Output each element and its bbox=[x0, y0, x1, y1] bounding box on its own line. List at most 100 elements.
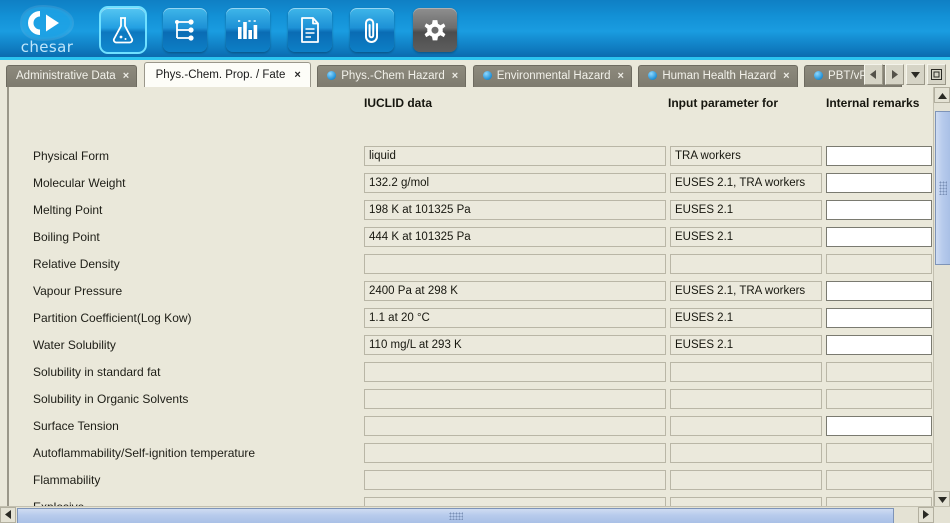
tab-phys-chem-hazard[interactable]: Phys.-Chem Hazard × bbox=[317, 65, 467, 87]
triangle-up-icon bbox=[937, 86, 947, 104]
tab-close-icon[interactable]: × bbox=[617, 70, 623, 82]
internal-remarks-field[interactable] bbox=[826, 254, 932, 274]
iuclid-data-field[interactable]: 198 K at 101325 Pa bbox=[364, 200, 666, 220]
tab-strip: Administrative Data × Phys.-Chem. Prop. /… bbox=[0, 60, 950, 87]
input-parameter-field[interactable]: EUSES 2.1, TRA workers bbox=[670, 281, 822, 301]
internal-remarks-field[interactable] bbox=[826, 281, 932, 301]
row-label: Flammability bbox=[33, 473, 101, 487]
tab-maximize-button[interactable] bbox=[927, 64, 946, 85]
tab-close-icon[interactable]: × bbox=[123, 70, 129, 82]
iuclid-data-field[interactable] bbox=[364, 470, 666, 490]
horizontal-scroll-thumb[interactable] bbox=[17, 508, 894, 523]
tab-close-icon[interactable]: × bbox=[783, 70, 789, 82]
internal-remarks-field[interactable] bbox=[826, 335, 932, 355]
vertical-scrollbar[interactable] bbox=[933, 87, 950, 507]
internal-remarks-field[interactable] bbox=[826, 308, 932, 328]
gear-icon bbox=[422, 17, 448, 43]
tab-administrative-data[interactable]: Administrative Data × bbox=[6, 65, 138, 87]
input-parameter-field[interactable]: TRA workers bbox=[670, 146, 822, 166]
horizontal-scrollbar[interactable] bbox=[0, 506, 950, 523]
input-parameter-field[interactable]: EUSES 2.1 bbox=[670, 335, 822, 355]
input-parameter-field[interactable]: EUSES 2.1, TRA workers bbox=[670, 173, 822, 193]
flask-icon bbox=[110, 16, 136, 44]
tab-list-dropdown-button[interactable] bbox=[906, 64, 925, 85]
table-row: Flammability bbox=[0, 470, 950, 497]
internal-remarks-field[interactable] bbox=[826, 389, 932, 409]
iuclid-data-field[interactable]: liquid bbox=[364, 146, 666, 166]
iuclid-data-field[interactable] bbox=[364, 443, 666, 463]
input-parameter-field[interactable] bbox=[670, 254, 822, 274]
tab-label: Human Health Hazard bbox=[662, 70, 777, 82]
triangle-down-icon bbox=[911, 71, 920, 78]
chesar-application-window: chesar Administrative Data × Phys.-Chem.… bbox=[0, 0, 950, 523]
vertical-scroll-track[interactable] bbox=[934, 103, 950, 491]
input-parameter-field[interactable] bbox=[670, 443, 822, 463]
row-label: Vapour Pressure bbox=[33, 284, 123, 298]
row-label: Boiling Point bbox=[33, 230, 100, 244]
row-label: Physical Form bbox=[33, 149, 110, 163]
status-dot-icon bbox=[327, 71, 337, 80]
internal-remarks-field[interactable] bbox=[826, 146, 932, 166]
tab-close-icon[interactable]: × bbox=[452, 70, 458, 82]
scroll-down-button[interactable] bbox=[934, 491, 950, 507]
iuclid-data-field[interactable] bbox=[364, 362, 666, 382]
phys-chem-properties-panel: IUCLID data Input parameter for Internal… bbox=[0, 87, 950, 507]
iuclid-data-field[interactable]: 2400 Pa at 298 K bbox=[364, 281, 666, 301]
triangle-left-icon bbox=[870, 70, 877, 79]
row-label: Melting Point bbox=[33, 203, 103, 217]
internal-remarks-field[interactable] bbox=[826, 173, 932, 193]
iuclid-data-field[interactable]: 110 mg/L at 293 K bbox=[364, 335, 666, 355]
vertical-scroll-thumb[interactable] bbox=[935, 111, 950, 265]
table-row: Surface Tension bbox=[0, 416, 950, 443]
tab-scroll-left-button[interactable] bbox=[864, 64, 883, 85]
row-label: Water Solubility bbox=[33, 338, 116, 352]
internal-remarks-field[interactable] bbox=[826, 362, 932, 382]
hierarchy-tree-icon-button[interactable] bbox=[163, 8, 207, 52]
iuclid-data-field[interactable]: 132.2 g/mol bbox=[364, 173, 666, 193]
tab-label: Phys.-Chem. Prop. / Fate bbox=[155, 69, 286, 81]
app-logo[interactable]: chesar bbox=[4, 2, 90, 58]
scroll-left-button[interactable] bbox=[0, 507, 16, 523]
input-parameter-field[interactable] bbox=[670, 389, 822, 409]
table-row: Relative Density bbox=[0, 254, 950, 281]
input-parameter-field[interactable]: EUSES 2.1 bbox=[670, 308, 822, 328]
tab-phys-chem-prop-fate[interactable]: Phys.-Chem. Prop. / Fate × bbox=[143, 62, 311, 87]
attachments-icon-button[interactable] bbox=[350, 8, 394, 52]
document-icon-button[interactable] bbox=[288, 8, 332, 52]
row-label: Relative Density bbox=[33, 257, 120, 271]
iuclid-data-field[interactable] bbox=[364, 389, 666, 409]
tab-label: Environmental Hazard bbox=[496, 70, 611, 82]
input-parameter-field[interactable] bbox=[670, 416, 822, 436]
scroll-thumb-grip bbox=[939, 181, 947, 195]
tab-list: Administrative Data × Phys.-Chem. Prop. /… bbox=[6, 62, 904, 87]
tab-close-icon[interactable]: × bbox=[294, 69, 300, 81]
iuclid-data-field[interactable]: 1.1 at 20 °C bbox=[364, 308, 666, 328]
input-parameter-field[interactable] bbox=[670, 362, 822, 382]
input-parameter-field[interactable]: EUSES 2.1 bbox=[670, 227, 822, 247]
tab-environmental-hazard[interactable]: Environmental Hazard × bbox=[472, 65, 632, 87]
table-row: Boiling Point 444 K at 101325 Pa EUSES 2… bbox=[0, 227, 950, 254]
internal-remarks-field[interactable] bbox=[826, 416, 932, 436]
internal-remarks-field[interactable] bbox=[826, 200, 932, 220]
iuclid-data-field[interactable] bbox=[364, 254, 666, 274]
iuclid-data-field[interactable] bbox=[364, 416, 666, 436]
internal-remarks-field[interactable] bbox=[826, 443, 932, 463]
hierarchy-tree-icon bbox=[172, 17, 198, 43]
iuclid-data-field[interactable]: 444 K at 101325 Pa bbox=[364, 227, 666, 247]
tab-human-health-hazard[interactable]: Human Health Hazard × bbox=[638, 65, 798, 87]
input-parameter-field[interactable] bbox=[670, 470, 822, 490]
status-dot-icon bbox=[814, 71, 824, 80]
scroll-right-button[interactable] bbox=[918, 507, 934, 523]
substance-icon-button[interactable] bbox=[99, 6, 147, 54]
tab-scroll-right-button[interactable] bbox=[885, 64, 904, 85]
chesar-play-logo-icon bbox=[18, 4, 76, 42]
internal-remarks-field[interactable] bbox=[826, 470, 932, 490]
tab-label: Administrative Data bbox=[16, 70, 116, 82]
scroll-up-button[interactable] bbox=[934, 87, 950, 103]
triangle-right-icon bbox=[891, 70, 898, 79]
settings-icon-button[interactable] bbox=[413, 8, 457, 52]
internal-remarks-field[interactable] bbox=[826, 227, 932, 247]
bar-chart-icon-button[interactable] bbox=[226, 8, 270, 52]
app-header-banner: chesar bbox=[0, 0, 950, 60]
input-parameter-field[interactable]: EUSES 2.1 bbox=[670, 200, 822, 220]
